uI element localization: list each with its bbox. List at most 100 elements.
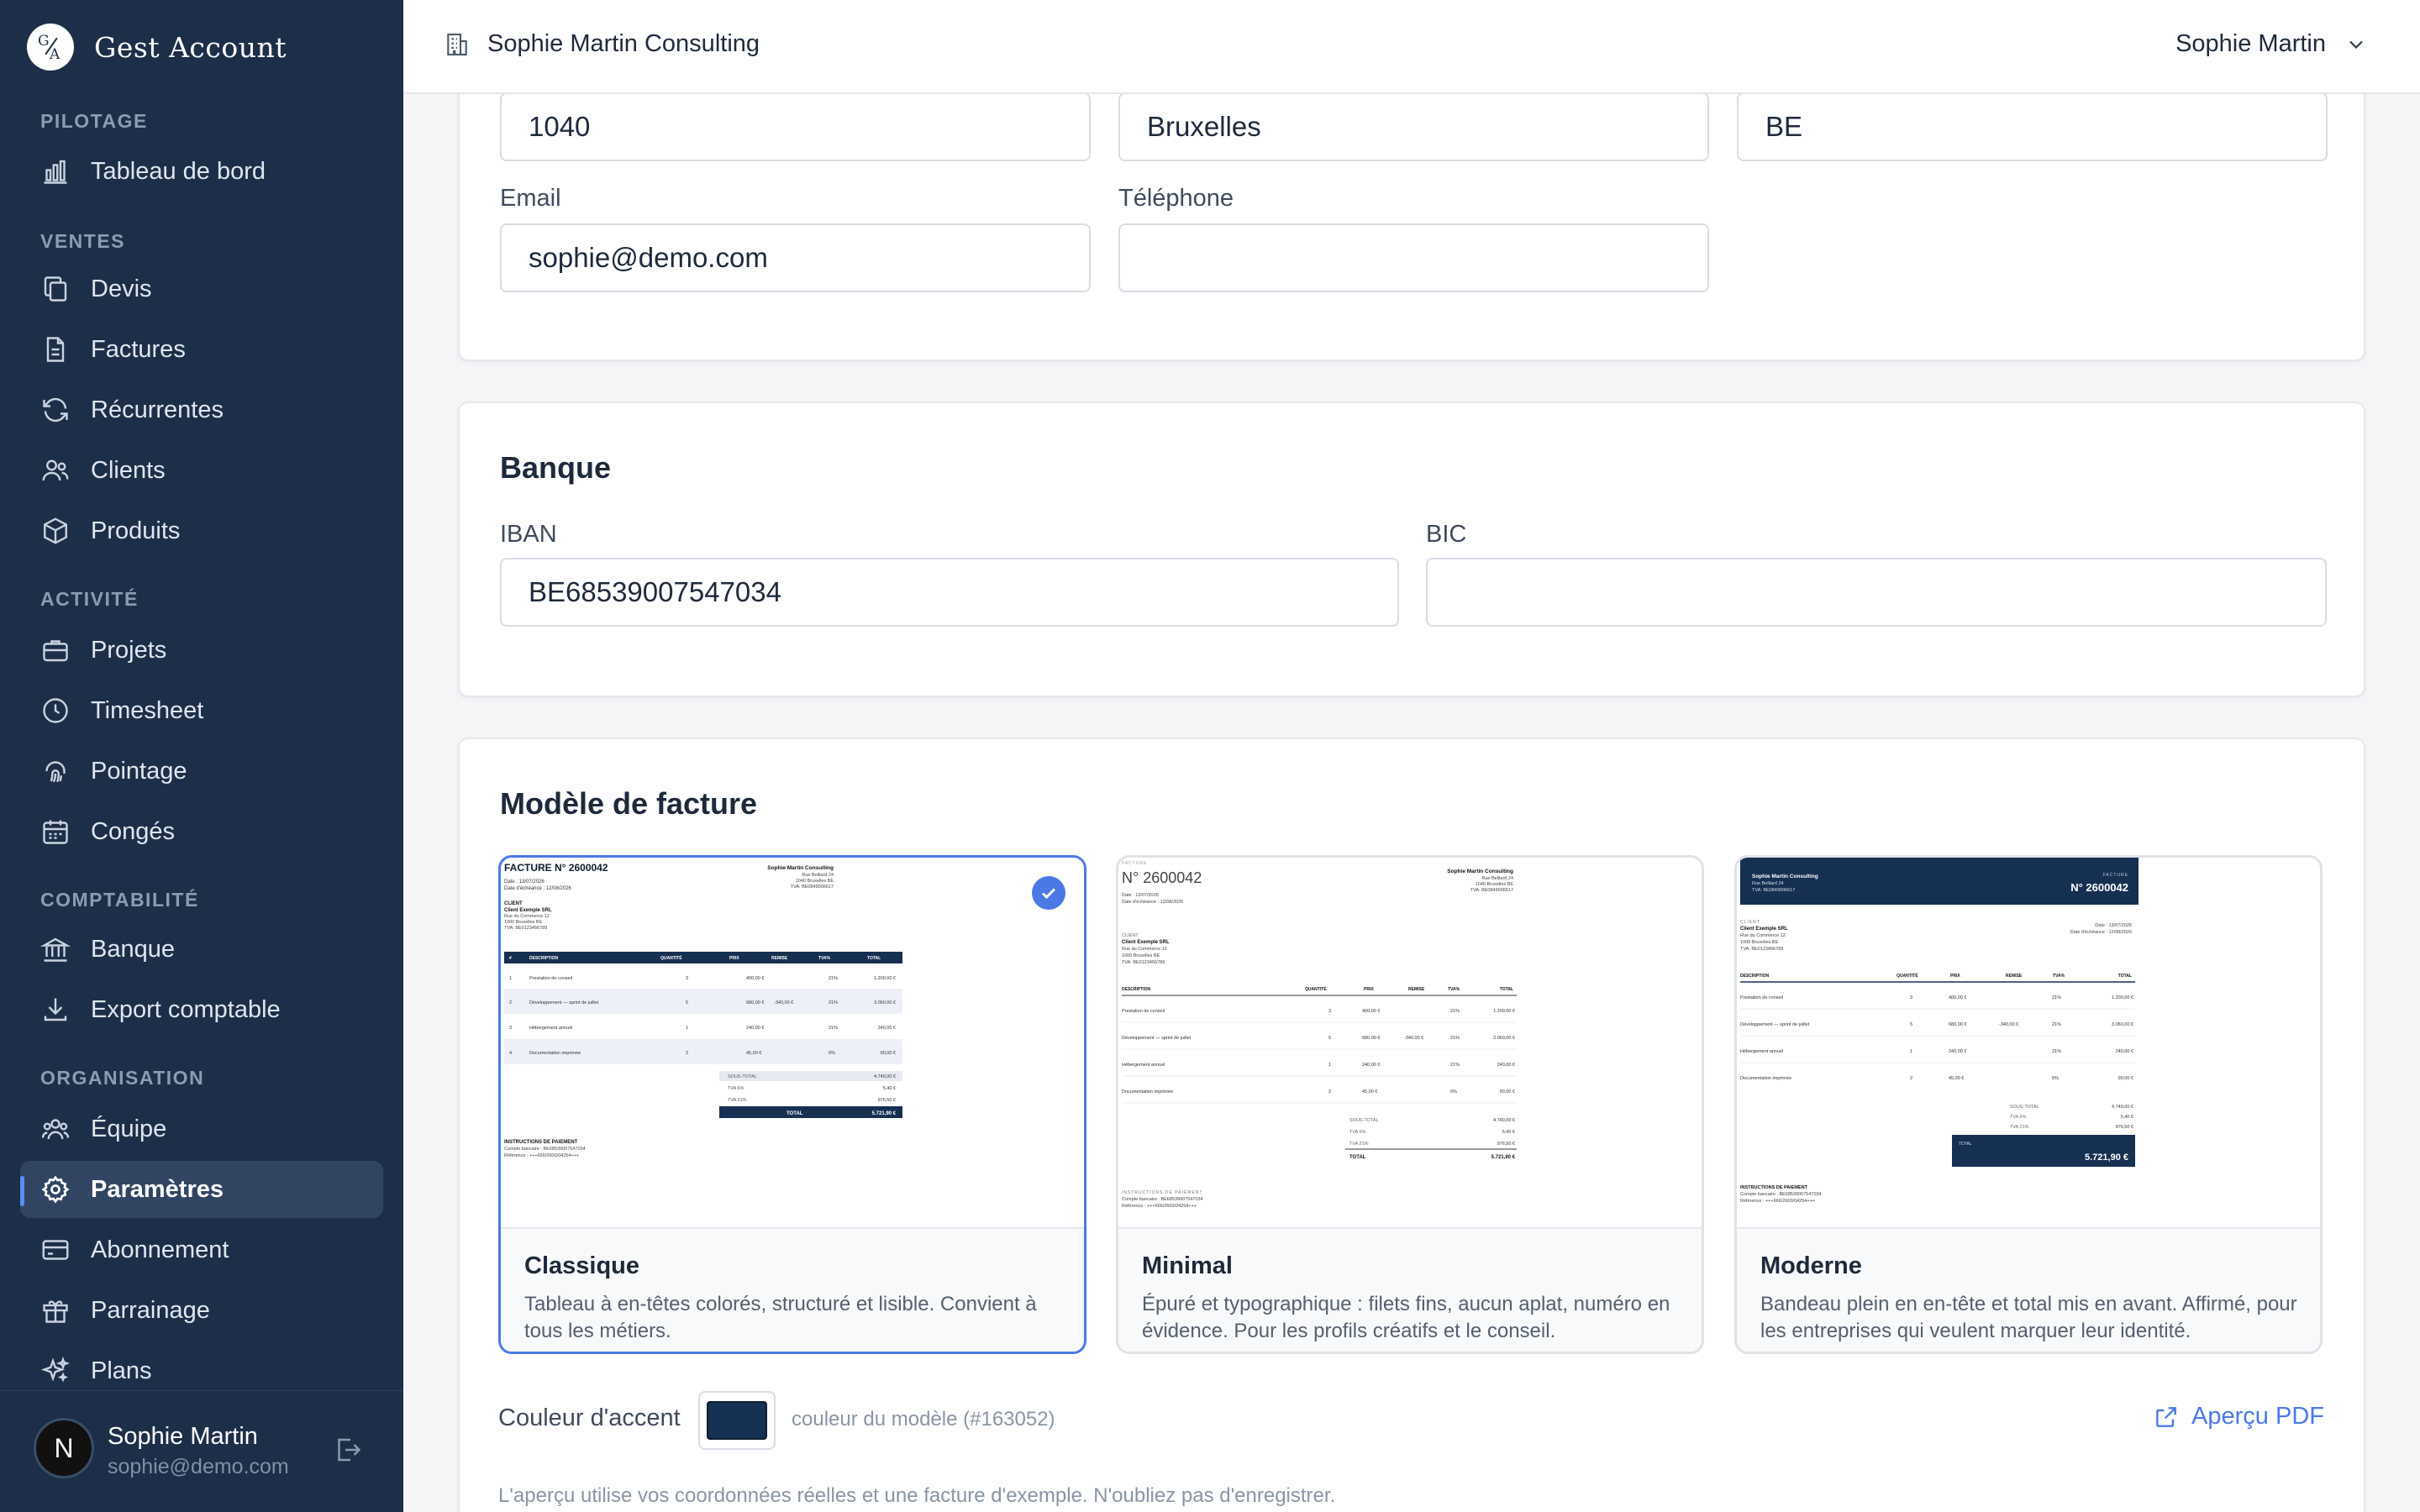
svg-text:REMISE: REMISE bbox=[771, 956, 788, 961]
svg-text:1: 1 bbox=[509, 976, 512, 981]
sidebar-item-label: Tableau de bord bbox=[91, 157, 266, 185]
svg-text:TVA: BE0123456789: TVA: BE0123456789 bbox=[1122, 960, 1165, 965]
svg-text:TVA: BE0849006617: TVA: BE0849006617 bbox=[1470, 888, 1513, 893]
svg-text:3.060,00 €: 3.060,00 € bbox=[1493, 1036, 1515, 1041]
svg-text:45,00 €: 45,00 € bbox=[1362, 1089, 1377, 1095]
sidebar-item-projets[interactable]: Projets bbox=[20, 622, 383, 679]
svg-text:Rue Belliard 24: Rue Belliard 24 bbox=[1481, 876, 1513, 881]
accent-color-picker[interactable] bbox=[698, 1391, 776, 1450]
template-description: Bandeau plein en en-tête et total mis en… bbox=[1760, 1293, 2297, 1342]
svg-text:240,00 €: 240,00 € bbox=[1497, 1063, 1515, 1068]
svg-text:CLIENT: CLIENT bbox=[1122, 933, 1139, 938]
sidebar-item-factures[interactable]: Factures bbox=[20, 321, 383, 378]
sidebar-item-equipe[interactable]: Équipe bbox=[20, 1100, 383, 1158]
svg-text:45,00 €: 45,00 € bbox=[1949, 1076, 1964, 1081]
svg-text:3: 3 bbox=[1328, 1009, 1331, 1014]
svg-text:3.060,00 €: 3.060,00 € bbox=[874, 1000, 896, 1005]
bar-chart-icon bbox=[44, 160, 67, 184]
svg-text:Hébergement annuel: Hébergement annuel bbox=[529, 1026, 572, 1031]
sidebar-item-banque[interactable]: Banque bbox=[20, 921, 383, 978]
template-name: Moderne bbox=[1760, 1252, 1862, 1279]
svg-text:TVA: BE0849006617: TVA: BE0849006617 bbox=[1752, 888, 1795, 893]
svg-text:TVA 6%: TVA 6% bbox=[728, 1086, 744, 1091]
svg-text:N° 2600042: N° 2600042 bbox=[2070, 881, 2128, 894]
section-title-comptabilite: COMPTABILITÉ bbox=[40, 889, 199, 911]
country-field[interactable]: BE bbox=[1737, 92, 2328, 161]
svg-text:1: 1 bbox=[1910, 1049, 1912, 1054]
company-name: Sophie Martin Consulting bbox=[487, 30, 760, 57]
svg-text:3: 3 bbox=[686, 976, 688, 981]
svg-text:Référence : +++666/2600/04254+: Référence : +++666/2600/04254+++ bbox=[1122, 1204, 1197, 1209]
preview-footnote: L'aperçu utilise vos coordonnées réelles… bbox=[498, 1484, 1336, 1507]
company-selector[interactable]: Sophie Martin Consulting bbox=[444, 30, 760, 58]
svg-text:240,00 €: 240,00 € bbox=[1949, 1049, 1966, 1054]
city-field[interactable]: Bruxelles bbox=[1118, 92, 1709, 161]
invoice-preview-minimal: FACTURE N° 2600042 Date : 13/07/2026 Dat… bbox=[1122, 861, 1517, 1209]
sidebar-item-recurrentes[interactable]: Récurrentes bbox=[20, 381, 383, 438]
template-description: Tableau à en-têtes colorés, structuré et… bbox=[524, 1293, 1037, 1342]
svg-text:21%: 21% bbox=[1450, 1009, 1460, 1014]
sidebar-item-export-comptable[interactable]: Export comptable bbox=[20, 981, 383, 1038]
postal-code-field[interactable]: 1040 bbox=[500, 92, 1091, 161]
template-option-classique[interactable]: FACTURE N° 2600042 Date : 13/07/2026 Dat… bbox=[498, 855, 1086, 1354]
svg-text:21%: 21% bbox=[1450, 1063, 1460, 1068]
svg-text:3.060,00 €: 3.060,00 € bbox=[2112, 1022, 2133, 1027]
users-icon bbox=[42, 459, 69, 481]
sidebar-item-label: Projets bbox=[91, 636, 167, 664]
svg-text:TOTAL: TOTAL bbox=[1959, 1142, 1972, 1147]
user-menu[interactable]: Sophie Martin bbox=[2175, 30, 2368, 58]
svg-text:CLIENT: CLIENT bbox=[1740, 920, 1760, 925]
sidebar-item-label: Produits bbox=[91, 517, 181, 544]
sidebar: G A Gest Account PILOTAGE Tableau de bor… bbox=[0, 0, 403, 1512]
svg-text:240,00 €: 240,00 € bbox=[1362, 1063, 1380, 1068]
svg-text:INSTRUCTIONS DE PAIEMENT: INSTRUCTIONS DE PAIEMENT bbox=[1122, 1190, 1202, 1195]
template-option-minimal[interactable]: FACTURE N° 2600042 Date : 13/07/2026 Dat… bbox=[1116, 855, 1704, 1354]
svg-text:N° 2600042: N° 2600042 bbox=[1122, 869, 1202, 886]
svg-text:FACTURE: FACTURE bbox=[1122, 861, 1147, 866]
sidebar-item-pointage[interactable]: Pointage bbox=[20, 743, 383, 800]
svg-text:Date d'échéance : 12/08/2026: Date d'échéance : 12/08/2026 bbox=[2070, 930, 2132, 935]
svg-text:PRIX: PRIX bbox=[1950, 974, 1960, 979]
sidebar-item-conges[interactable]: Congés bbox=[20, 803, 383, 860]
phone-field[interactable] bbox=[1118, 223, 1709, 292]
sidebar-item-parametres[interactable]: Paramètres bbox=[20, 1161, 383, 1218]
svg-text:240,00 €: 240,00 € bbox=[746, 1026, 764, 1031]
svg-text:2: 2 bbox=[1910, 1076, 1912, 1081]
svg-text:21%: 21% bbox=[829, 1026, 838, 1031]
sidebar-item-abonnement[interactable]: Abonnement bbox=[20, 1221, 383, 1278]
fingerprint-icon bbox=[45, 761, 66, 783]
svg-text:Client Exemple SRL: Client Exemple SRL bbox=[1122, 940, 1170, 945]
svg-text:Compte bancaire : BE6853900754: Compte bancaire : BE68539007547034 bbox=[1740, 1192, 1822, 1197]
template-option-moderne[interactable]: Sophie Martin Consulting Rue Belliard 24… bbox=[1734, 855, 2323, 1354]
svg-text:Date : 13/07/2026: Date : 13/07/2026 bbox=[504, 879, 544, 885]
building-icon bbox=[447, 33, 467, 55]
sidebar-item-tableau-de-bord[interactable]: Tableau de bord bbox=[20, 143, 383, 200]
accent-color-swatch bbox=[707, 1401, 767, 1440]
sidebar-item-parrainage[interactable]: Parrainage bbox=[20, 1282, 383, 1339]
svg-text:400,00 €: 400,00 € bbox=[1362, 1009, 1380, 1014]
bic-field[interactable] bbox=[1426, 558, 2327, 627]
credit-card-icon bbox=[42, 1240, 69, 1260]
sidebar-item-timesheet[interactable]: Timesheet bbox=[20, 682, 383, 739]
avatar[interactable]: N bbox=[34, 1418, 94, 1478]
sparkles-icon bbox=[40, 1356, 71, 1383]
sidebar-item-clients[interactable]: Clients bbox=[20, 442, 383, 499]
svg-text:3: 3 bbox=[1910, 995, 1912, 1000]
svg-text:INSTRUCTIONS DE PAIEMENT: INSTRUCTIONS DE PAIEMENT bbox=[1740, 1185, 1808, 1190]
email-field[interactable]: sophie@demo.com bbox=[500, 223, 1091, 292]
template-preview-moderne: Sophie Martin Consulting Rue Belliard 24… bbox=[1737, 858, 2320, 1229]
svg-text:PRIX: PRIX bbox=[1364, 987, 1374, 992]
iban-field[interactable]: BE68539007547034 bbox=[500, 558, 1399, 627]
svg-text:976,50 €: 976,50 € bbox=[1497, 1142, 1515, 1147]
user-menu-name: Sophie Martin bbox=[2175, 30, 2326, 57]
brand[interactable]: G A Gest Account bbox=[27, 24, 287, 71]
sidebar-item-produits[interactable]: Produits bbox=[20, 502, 383, 559]
svg-text:400,00 €: 400,00 € bbox=[746, 976, 764, 981]
email-label: Email bbox=[500, 185, 561, 212]
preview-pdf-link[interactable]: Aperçu PDF bbox=[2153, 1403, 2324, 1431]
svg-text:DESCRIPTION: DESCRIPTION bbox=[1740, 974, 1770, 979]
svg-text:Rue du Commerce 12: Rue du Commerce 12 bbox=[504, 914, 550, 919]
svg-text:Développement — sprint de juil: Développement — sprint de juillet bbox=[529, 1000, 599, 1005]
sidebar-item-devis[interactable]: Devis bbox=[20, 260, 383, 318]
logout-icon[interactable] bbox=[333, 1435, 363, 1465]
